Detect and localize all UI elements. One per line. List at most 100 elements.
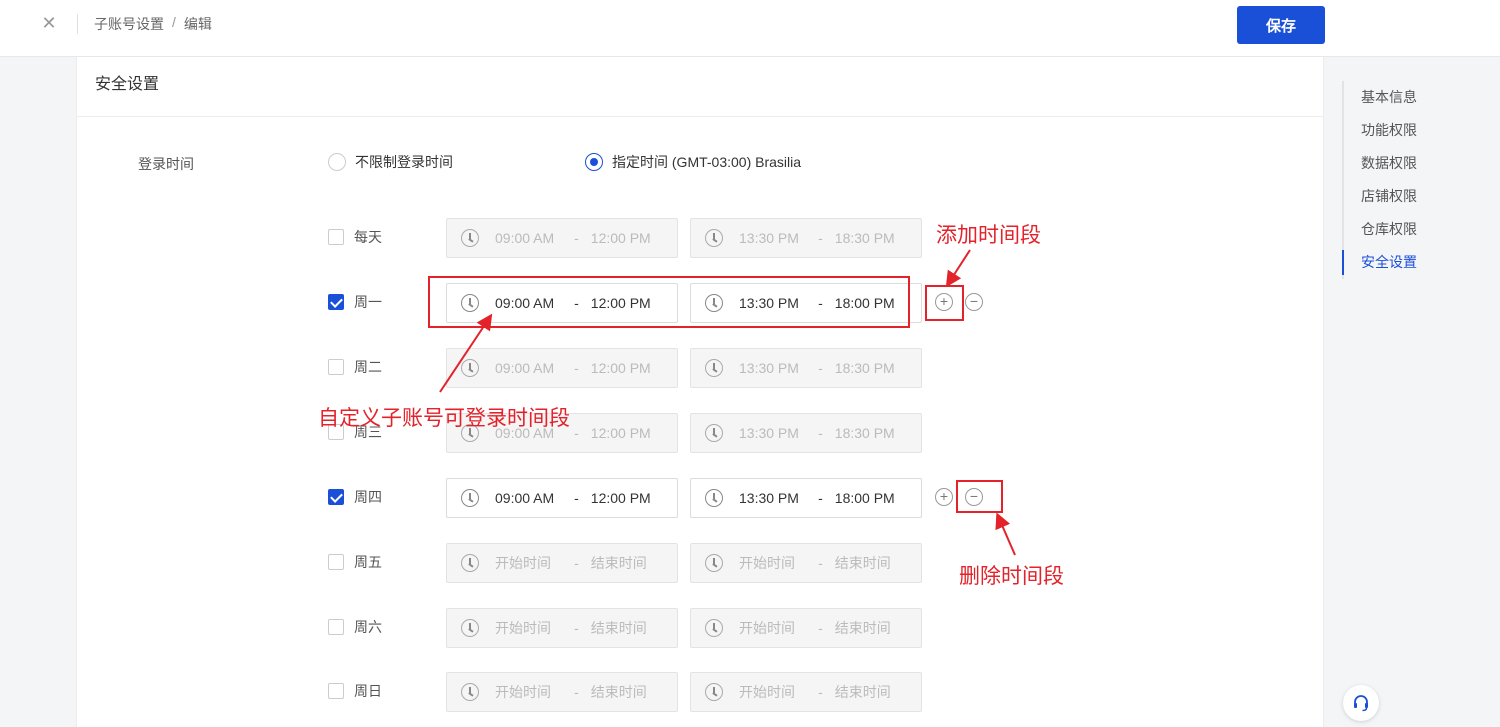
customer-support-button[interactable]	[1343, 685, 1379, 721]
day-label: 周六	[354, 619, 382, 635]
day-label: 周五	[354, 554, 382, 570]
time-range-input-1[interactable]: 开始时间 - 结束时间	[446, 543, 678, 583]
day-checkbox-wrap[interactable]: 每天	[328, 227, 382, 247]
time-range-input-1[interactable]: 09:00 AM -12:00 PM	[446, 218, 678, 258]
clock-icon	[461, 619, 479, 637]
day-checkbox-wrap[interactable]: 周四	[328, 487, 382, 507]
time-separator: -	[574, 360, 579, 376]
clock-icon	[705, 424, 723, 442]
time-range-input-2[interactable]: 13:30 PM -18:30 PM	[690, 218, 922, 258]
time-range-input-2[interactable]: 13:30 PM -18:30 PM	[690, 348, 922, 388]
time-separator: -	[574, 620, 579, 636]
breadcrumb-separator: /	[172, 14, 176, 30]
day-row: 周四 09:00 AM -12:00 PM 13:30 PM -18:00 PM	[328, 478, 1028, 518]
time-range-input-2[interactable]: 13:30 PM -18:00 PM	[690, 478, 922, 518]
start-time: 09:00 AM	[495, 360, 555, 376]
time-range-input-1[interactable]: 开始时间 - 结束时间	[446, 672, 678, 712]
time-separator: -	[574, 490, 579, 506]
side-nav-item-store-permission[interactable]: 店铺权限	[1344, 180, 1462, 213]
start-time: 开始时间	[495, 555, 551, 571]
day-row: 周二 09:00 AM -12:00 PM 13:30 PM -18:30 PM	[328, 348, 1028, 388]
clock-icon	[705, 489, 723, 507]
breadcrumb-item-edit: 编辑	[183, 16, 212, 32]
side-nav-item-basic-info[interactable]: 基本信息	[1344, 81, 1462, 114]
start-time: 13:30 PM	[739, 490, 799, 506]
end-time: 12:00 PM	[590, 490, 651, 506]
time-separator: -	[574, 555, 579, 571]
start-time: 13:30 PM	[739, 230, 799, 246]
start-time: 13:30 PM	[739, 425, 799, 441]
time-range-input-2[interactable]: 开始时间 - 结束时间	[690, 608, 922, 648]
time-range-input-1[interactable]: 09:00 AM -12:00 PM	[446, 478, 678, 518]
clock-icon	[461, 554, 479, 572]
radio-unlimited[interactable]: 不限制登录时间	[328, 152, 453, 172]
radio-specified-label: 指定时间 (GMT-03:00) Brasilia	[612, 154, 802, 170]
day-checkbox[interactable]	[328, 294, 344, 310]
day-checkbox-wrap[interactable]: 周一	[328, 292, 382, 312]
radio-unlimited-circle[interactable]	[328, 153, 346, 171]
end-time: 结束时间	[590, 620, 647, 636]
radio-specified[interactable]: 指定时间 (GMT-03:00) Brasilia	[585, 152, 801, 172]
annotation-box-monday-slots	[428, 276, 910, 328]
time-range-input-2[interactable]: 开始时间 - 结束时间	[690, 543, 922, 583]
time-range-input-1[interactable]: 09:00 AM -12:00 PM	[446, 348, 678, 388]
save-button[interactable]: 保存	[1237, 6, 1325, 44]
start-time: 09:00 AM	[495, 230, 555, 246]
end-time: 18:30 PM	[834, 230, 895, 246]
add-period-button-thu[interactable]: +	[935, 488, 953, 506]
clock-icon	[705, 229, 723, 247]
day-checkbox[interactable]	[328, 359, 344, 375]
day-checkbox-wrap[interactable]: 周二	[328, 357, 382, 377]
clock-icon	[461, 229, 479, 247]
day-checkbox[interactable]	[328, 489, 344, 505]
end-time: 结束时间	[590, 684, 647, 700]
side-nav-item-warehouse-permission[interactable]: 仓库权限	[1344, 213, 1462, 246]
day-row: 每天 09:00 AM -12:00 PM 13:30 PM -18:30 PM	[328, 218, 1028, 258]
end-time: 18:00 PM	[834, 490, 895, 506]
time-range-input-2[interactable]: 开始时间 - 结束时间	[690, 672, 922, 712]
clock-icon	[705, 359, 723, 377]
section-title: 安全设置	[77, 57, 1323, 117]
day-row: 周五 开始时间 - 结束时间 开始时间 - 结束时间	[328, 543, 1028, 583]
time-separator: -	[818, 230, 823, 246]
day-checkbox[interactable]	[328, 619, 344, 635]
start-time: 开始时间	[495, 620, 551, 636]
time-range-input-2[interactable]: 13:30 PM -18:30 PM	[690, 413, 922, 453]
side-nav-item-security[interactable]: 安全设置	[1342, 246, 1462, 279]
clock-icon	[705, 683, 723, 701]
breadcrumb-item-sub-account[interactable]: 子账号设置	[94, 14, 164, 34]
day-checkbox-wrap[interactable]: 周五	[328, 552, 382, 572]
end-time: 18:30 PM	[834, 360, 895, 376]
top-bar: ✕ 子账号设置 / 编辑 保存	[0, 0, 1500, 57]
close-icon[interactable]: ✕	[40, 14, 58, 32]
time-separator: -	[574, 684, 579, 700]
start-time: 13:30 PM	[739, 360, 799, 376]
end-time: 12:00 PM	[590, 360, 651, 376]
start-time: 开始时间	[739, 555, 795, 571]
clock-icon	[705, 619, 723, 637]
day-checkbox[interactable]	[328, 229, 344, 245]
start-time: 开始时间	[739, 684, 795, 700]
remove-period-button-mon[interactable]: −	[965, 293, 983, 311]
side-nav-item-data-permission[interactable]: 数据权限	[1344, 147, 1462, 180]
day-checkbox[interactable]	[328, 683, 344, 699]
end-time: 结束时间	[834, 620, 891, 636]
end-time: 12:00 PM	[590, 230, 651, 246]
clock-icon	[461, 489, 479, 507]
time-separator: -	[818, 555, 823, 571]
day-checkbox-wrap[interactable]: 周六	[328, 617, 382, 637]
annotation-delete-period: 删除时间段	[959, 564, 1064, 588]
annotation-custom-period: 自定义子账号可登录时间段	[318, 406, 570, 430]
headset-icon	[1354, 695, 1368, 712]
time-separator: -	[818, 425, 823, 441]
time-separator: -	[818, 490, 823, 506]
radio-specified-circle[interactable]	[585, 153, 603, 171]
time-separator: -	[574, 230, 579, 246]
day-checkbox-wrap[interactable]: 周日	[328, 681, 382, 701]
clock-icon	[705, 554, 723, 572]
day-label: 周二	[354, 359, 382, 375]
time-range-input-1[interactable]: 开始时间 - 结束时间	[446, 608, 678, 648]
time-separator: -	[818, 684, 823, 700]
side-nav-item-function-permission[interactable]: 功能权限	[1344, 114, 1462, 147]
day-checkbox[interactable]	[328, 554, 344, 570]
